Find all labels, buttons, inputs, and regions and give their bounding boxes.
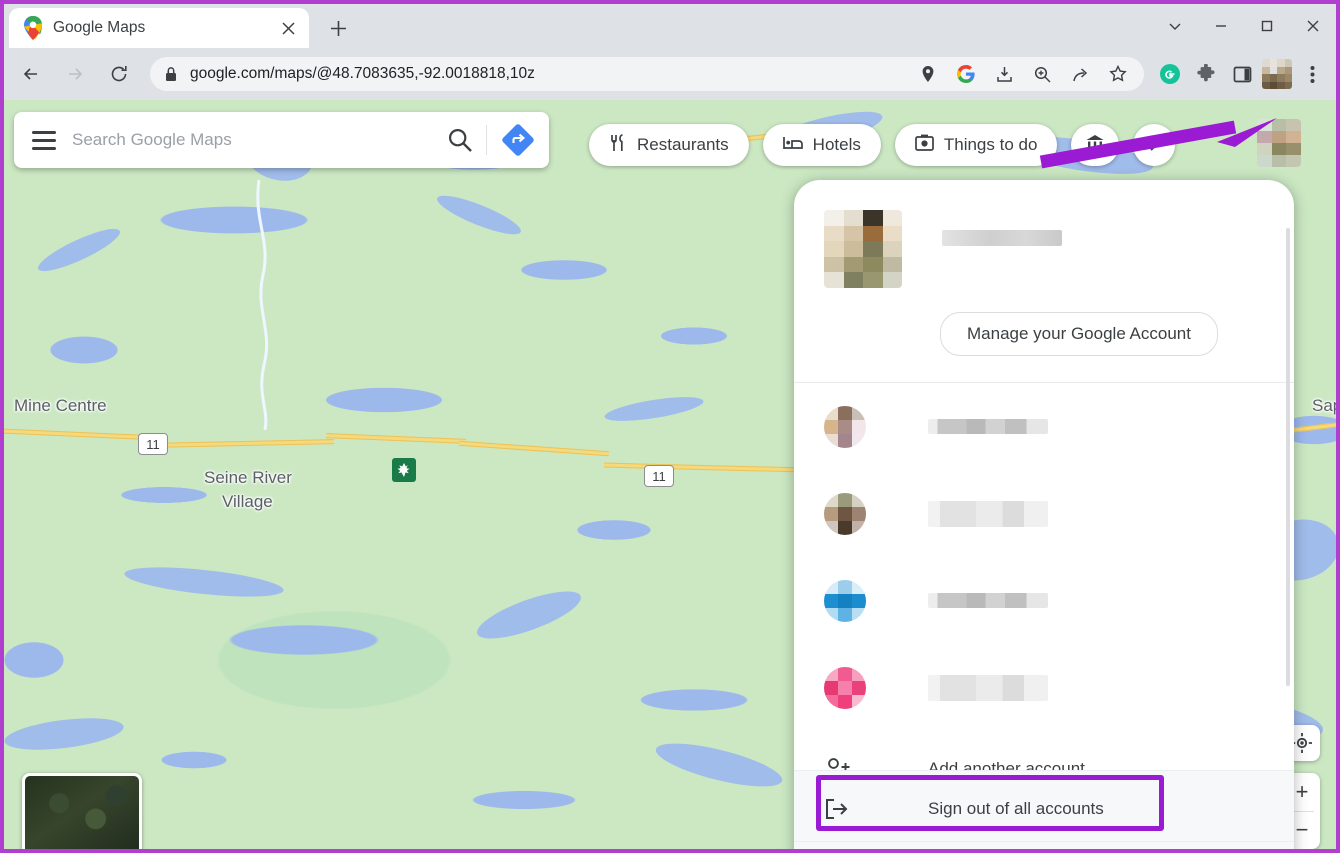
account-name (928, 419, 1048, 434)
browser-window: Google Maps google.com/maps/@48.7083635,… (0, 0, 1340, 853)
close-icon[interactable] (1290, 4, 1336, 48)
close-icon[interactable] (275, 15, 301, 41)
google-account-popup: Manage your Google Account Add another a… (794, 180, 1294, 849)
logout-icon (824, 797, 866, 821)
chip-next-arrow[interactable] (1133, 124, 1176, 166)
save-page-icon[interactable] (986, 58, 1022, 90)
restaurant-icon (609, 133, 627, 157)
url-text: google.com/maps/@48.7083635,-92.0018818,… (190, 65, 535, 82)
primary-account-avatar[interactable] (824, 210, 902, 288)
camera-icon (915, 134, 934, 156)
reload-icon[interactable] (102, 57, 136, 91)
chip-museums[interactable]: Museums (1071, 124, 1120, 166)
address-bar[interactable]: google.com/maps/@48.7083635,-92.0018818,… (150, 57, 1144, 91)
tab-title: Google Maps (53, 19, 146, 36)
map-label: Mine Centre (14, 396, 107, 415)
maps-account-avatar[interactable] (1257, 119, 1301, 167)
primary-account-block: Manage your Google Account (794, 180, 1294, 382)
lock-icon (164, 66, 178, 82)
map-label: Sap (1312, 396, 1336, 415)
chevron-down-icon[interactable] (1152, 4, 1198, 48)
chip-label: Things to do (943, 135, 1038, 154)
avatar (824, 579, 866, 622)
navigation-toolbar: google.com/maps/@48.7083635,-92.0018818,… (4, 48, 1336, 100)
plus-icon[interactable] (322, 13, 354, 43)
browser-toolbar-icons (1152, 57, 1336, 91)
three-dot-menu-icon[interactable] (1294, 57, 1330, 91)
sign-out-zone: Sign out of all accounts (794, 770, 1294, 849)
extensions-puzzle-icon[interactable] (1188, 57, 1224, 91)
browser-tab[interactable]: Google Maps (9, 8, 309, 48)
side-panel-icon[interactable] (1224, 57, 1260, 91)
scrollbar[interactable] (1286, 228, 1290, 686)
avatar (824, 405, 866, 448)
account-name (928, 593, 1048, 608)
add-another-account-item[interactable]: Add another account (794, 731, 1294, 770)
satellite-layer-thumbnail[interactable] (22, 773, 142, 849)
sign-out-of-all-accounts[interactable]: Sign out of all accounts (794, 777, 1294, 841)
window-controls (1152, 4, 1336, 48)
maximize-icon[interactable] (1244, 4, 1290, 48)
highway-shield: 11 (644, 465, 674, 487)
park-marker-icon[interactable] (392, 458, 416, 482)
chevron-right-icon (1147, 134, 1161, 157)
hotel-bed-icon (782, 135, 803, 156)
hamburger-menu-icon[interactable] (14, 130, 64, 150)
arrow-left-icon[interactable] (14, 57, 48, 91)
account-list-item[interactable] (794, 470, 1294, 557)
primary-account-row (794, 210, 1294, 288)
chip-label: Restaurants (637, 135, 729, 154)
browser-profile-avatar[interactable] (1262, 59, 1292, 89)
museum-icon (1085, 134, 1105, 157)
maps-search-bar (14, 112, 549, 168)
google-maps-page: Mine Centre Seine River Village Sap 11 1… (4, 100, 1336, 849)
avatar (824, 666, 866, 709)
account-list-item[interactable] (794, 644, 1294, 731)
category-chips: Restaurants Hotels Things to do (589, 124, 1176, 166)
directions-icon[interactable] (487, 120, 549, 160)
zoom-icon[interactable] (1024, 58, 1060, 90)
chip-label: Hotels (812, 135, 861, 154)
chip-hotels[interactable]: Hotels (762, 124, 881, 166)
share-icon[interactable] (1062, 58, 1098, 90)
account-list-item[interactable] (794, 557, 1294, 644)
google-maps-pin-icon (23, 16, 43, 40)
highway-shield: 11 (138, 433, 168, 455)
chip-restaurants[interactable]: Restaurants (589, 124, 749, 166)
google-g-icon[interactable] (948, 58, 984, 90)
minimize-icon[interactable] (1198, 4, 1244, 48)
grammarly-icon[interactable] (1152, 57, 1188, 91)
account-name (928, 674, 1048, 701)
avatar (824, 492, 866, 535)
person-add-icon (824, 757, 866, 770)
manage-google-account-button[interactable]: Manage your Google Account (940, 312, 1218, 356)
search-icon[interactable] (434, 127, 486, 153)
location-pin-icon[interactable] (910, 58, 946, 90)
popup-footer (794, 841, 1294, 849)
bookmark-star-icon[interactable] (1100, 58, 1136, 90)
map-label: Seine River (204, 468, 292, 487)
add-another-account-label: Add another account (928, 759, 1085, 770)
search-input[interactable] (64, 130, 434, 150)
arrow-right-icon[interactable] (58, 57, 92, 91)
primary-account-name (942, 230, 1062, 246)
account-name (928, 500, 1048, 527)
omnibox-action-icons (910, 58, 1136, 90)
tab-strip: Google Maps (4, 4, 1336, 48)
chip-things-to-do[interactable]: Things to do (894, 124, 1058, 166)
sign-out-label: Sign out of all accounts (928, 799, 1104, 818)
account-list-item[interactable] (794, 383, 1294, 470)
account-list-scroll-area: Manage your Google Account Add another a… (794, 180, 1294, 770)
map-label: Village (222, 492, 273, 511)
river-line (256, 180, 269, 430)
